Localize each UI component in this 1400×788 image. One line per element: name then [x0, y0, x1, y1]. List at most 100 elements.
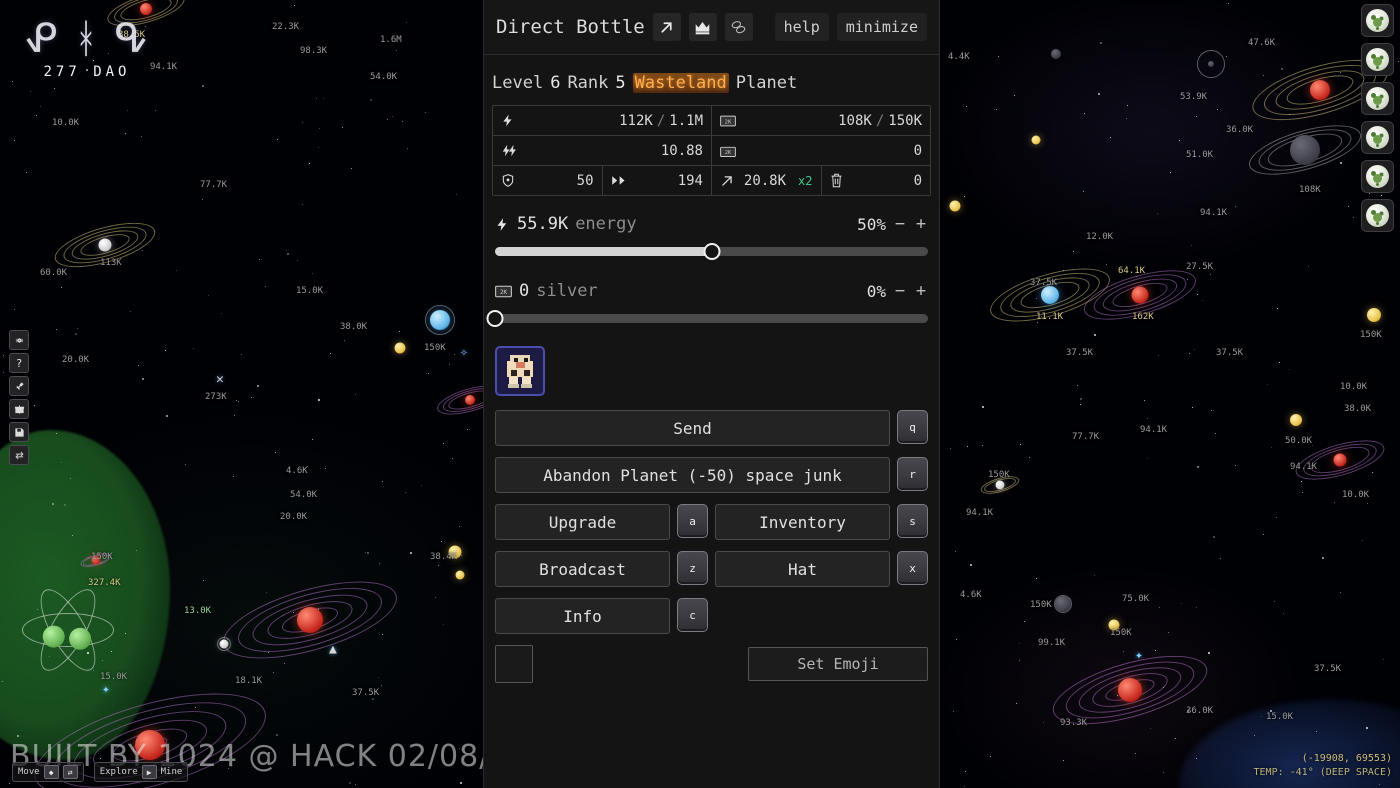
stat-value: 0: [913, 172, 922, 189]
hud-explore-group[interactable]: Explore ▶ Mine: [93, 762, 189, 782]
silver-increment-button[interactable]: +: [914, 281, 928, 301]
hud-explore-key[interactable]: ▶: [141, 765, 157, 779]
money-icon[interactable]: [724, 13, 753, 41]
send-button[interactable]: Send: [495, 410, 890, 446]
stats-row: 10.88 2K 0: [493, 136, 930, 166]
space-planet[interactable]: [1078, 237, 1202, 353]
save-icon[interactable]: [9, 422, 29, 442]
space-planet-label: 77.7K: [200, 180, 228, 190]
crown-icon[interactable]: [688, 13, 717, 41]
swap-icon[interactable]: [9, 445, 29, 465]
space-planet-label: 1.6M: [380, 35, 402, 45]
energy-increment-button[interactable]: +: [914, 214, 928, 234]
hud-move-label: Move: [18, 767, 40, 777]
right-planet-rail: [1361, 4, 1394, 232]
silver-slider[interactable]: [486, 310, 928, 327]
inventory-key-hint[interactable]: s: [897, 504, 928, 538]
help-icon[interactable]: ?: [9, 353, 29, 373]
broadcast-button[interactable]: Broadcast: [495, 551, 670, 587]
space-planet-label: 94.1K: [1200, 208, 1228, 218]
settings-icon[interactable]: [9, 330, 29, 350]
space-planet[interactable]: [1185, 38, 1237, 90]
rail-planet-icon[interactable]: [1361, 121, 1394, 154]
speed-icon: [611, 174, 627, 187]
minimize-button[interactable]: minimize: [836, 13, 927, 41]
space-planet[interactable]: [1363, 304, 1385, 326]
coordinate-temperature: TEMP: -41° (DEEP SPACE): [1253, 767, 1392, 778]
info-key-hint[interactable]: c: [677, 598, 708, 632]
info-button[interactable]: Info: [495, 598, 670, 634]
rail-planet-icon[interactable]: [1361, 160, 1394, 193]
energy-decrement-button[interactable]: −: [893, 214, 907, 234]
space-planet-label: 38.0K: [1344, 404, 1372, 414]
space-planet-label: 150K: [1030, 600, 1052, 610]
planet-emoji-tile[interactable]: [495, 346, 545, 396]
space-planet[interactable]: [414, 294, 466, 346]
upgrade-button[interactable]: Upgrade: [495, 504, 670, 540]
energy-percent: 50%: [857, 214, 886, 234]
planet-headline: Level 6 Rank 5 Wasteland Planet: [492, 69, 931, 105]
space-planet[interactable]: [79, 544, 113, 576]
space-planet-label: 94.1K: [150, 62, 178, 72]
gift-icon[interactable]: [9, 399, 29, 419]
space-planet-label: 20.0K: [280, 512, 308, 522]
space-planet[interactable]: [391, 339, 409, 357]
rail-planet-icon[interactable]: [1361, 82, 1394, 115]
space-planet[interactable]: [452, 567, 468, 583]
plugin-icon[interactable]: [9, 376, 29, 396]
emoji-input-box[interactable]: [495, 645, 533, 683]
help-button[interactable]: help: [774, 13, 829, 41]
abandon-planet-button[interactable]: Abandon Planet (-50) space junk: [495, 457, 890, 493]
open-external-icon[interactable]: [652, 13, 681, 41]
space-planet[interactable]: [103, 0, 189, 49]
silver-decrement-button[interactable]: −: [893, 281, 907, 301]
send-row: Send q: [492, 410, 931, 446]
space-planet[interactable]: [444, 541, 466, 563]
space-planet[interactable]: [1045, 610, 1215, 770]
svg-text:2K: 2K: [725, 119, 732, 125]
space-planet[interactable]: [1047, 45, 1065, 63]
space-planet[interactable]: [1028, 132, 1044, 148]
silver-amount: 0: [519, 281, 530, 301]
space-planet-label: 22.3K: [272, 22, 300, 32]
hat-key-hint[interactable]: x: [897, 551, 928, 585]
set-emoji-button[interactable]: Set Emoji: [748, 647, 928, 681]
rail-planet-icon[interactable]: [1361, 43, 1394, 76]
rail-planet-icon[interactable]: [1361, 199, 1394, 232]
energy-slider-knob[interactable]: [703, 243, 720, 260]
bottom-hud: Move ◆ ⇄ Explore ▶ Mine: [12, 762, 189, 782]
space-planet[interactable]: [1104, 615, 1124, 635]
range-icon: [720, 174, 734, 188]
space-planet[interactable]: [1243, 92, 1367, 208]
space-planet[interactable]: [1291, 414, 1389, 506]
upgrade-inventory-row: Upgrade a Inventory s: [492, 504, 931, 540]
rail-planet-icon[interactable]: [1361, 4, 1394, 37]
space-planet[interactable]: [978, 465, 1022, 505]
silver-slider-wrap: [486, 301, 931, 342]
space-planet[interactable]: [946, 197, 964, 215]
upgrade-key-hint[interactable]: a: [677, 504, 708, 538]
energy-slider-wrap: [492, 234, 931, 275]
inventory-button[interactable]: Inventory: [715, 504, 890, 540]
ship-marker-icon: ✕: [216, 372, 224, 387]
stats-row: 112K/1.1M 2K 108K/150K: [493, 106, 930, 136]
broadcast-key-hint[interactable]: z: [677, 551, 708, 585]
space-planet[interactable]: [1287, 411, 1305, 429]
ship-marker-icon: ▲: [329, 642, 337, 657]
hud-move-key-2[interactable]: ⇄: [62, 765, 78, 779]
energy-slider[interactable]: [495, 243, 928, 260]
hat-button[interactable]: Hat: [715, 551, 890, 587]
hud-move-group[interactable]: Move ◆ ⇄: [12, 762, 84, 782]
space-planet[interactable]: [50, 193, 160, 297]
hud-move-key[interactable]: ◆: [43, 765, 59, 779]
panel-title: Direct Bottle: [496, 16, 645, 38]
panel-titlebar: Direct Bottle help minimize: [484, 0, 939, 55]
silver-slider-knob[interactable]: [486, 310, 504, 327]
defense-icon: [501, 173, 515, 188]
svg-text:2K: 2K: [725, 150, 731, 156]
stat-cell-silver: 2K 108K/150K: [712, 106, 930, 135]
send-key-hint[interactable]: q: [897, 410, 928, 444]
abandon-key-hint[interactable]: r: [897, 457, 928, 491]
space-planet[interactable]: [214, 634, 234, 654]
level-value: 6: [550, 73, 561, 93]
